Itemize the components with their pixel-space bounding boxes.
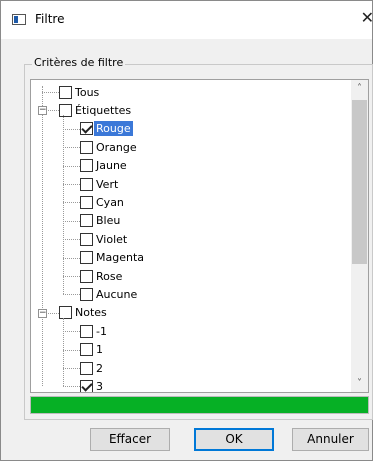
- tree-line: [63, 276, 80, 277]
- tree-item-magenta[interactable]: Magenta: [80, 249, 146, 267]
- checkbox[interactable]: [80, 324, 93, 338]
- tree-line: [63, 128, 80, 130]
- tree-item-label: Bleu: [96, 214, 121, 228]
- scroll-down-icon[interactable]: ˅: [351, 375, 368, 392]
- tree-item-label: Rose: [96, 269, 123, 283]
- checkbox[interactable]: [80, 195, 93, 209]
- checkbox[interactable]: [59, 85, 72, 99]
- tree-line: [63, 165, 80, 167]
- group-label: Critères de filtre: [32, 56, 126, 69]
- tree-item-note-3[interactable]: 3: [80, 377, 105, 393]
- tree-item-label: 3: [96, 379, 103, 393]
- criteria-tree[interactable]: Tous − Étiquettes Rouge Orange Jaune Vert Cyan B…: [30, 79, 369, 393]
- tree-line: [63, 331, 80, 333]
- checkbox[interactable]: [80, 177, 93, 191]
- close-icon[interactable]: ✕: [361, 8, 374, 27]
- checkbox[interactable]: [80, 232, 93, 246]
- checkbox[interactable]: [80, 214, 93, 228]
- checkbox[interactable]: [80, 251, 93, 265]
- tree-line: [63, 184, 80, 185]
- title-bar[interactable]: Filtre ✕: [1, 1, 374, 39]
- tree-item-label: Vert: [96, 177, 119, 191]
- tree-item-label: Orange: [96, 140, 137, 154]
- tree-item-label: 2: [96, 361, 103, 375]
- tree-item-rouge[interactable]: Rouge: [80, 120, 133, 138]
- tree-line: [63, 202, 80, 204]
- checkbox[interactable]: [80, 343, 93, 357]
- progress-bar: [30, 396, 369, 414]
- tree-item-bleu[interactable]: Bleu: [80, 212, 122, 230]
- checkbox[interactable]: [80, 269, 93, 283]
- tree-item-cyan[interactable]: Cyan: [80, 193, 126, 211]
- tree-item-aucune[interactable]: Aucune: [80, 285, 139, 303]
- window-title: Filtre: [35, 12, 65, 26]
- tree-item-label: -1: [96, 324, 107, 338]
- tree-item-label: Violet: [96, 232, 128, 246]
- tree-item-tous[interactable]: Tous: [59, 83, 101, 101]
- tree-item-label: Étiquettes: [75, 103, 132, 117]
- clear-button[interactable]: Effacer: [90, 428, 170, 451]
- app-window-icon: [12, 14, 26, 25]
- tree-item-note-1[interactable]: 1: [80, 341, 105, 359]
- vertical-scrollbar[interactable]: ˄ ˅: [351, 80, 368, 392]
- expander-minus-icon[interactable]: −: [38, 308, 47, 318]
- expander-minus-icon[interactable]: −: [38, 106, 47, 116]
- tree-line: [42, 92, 59, 93]
- tree-item-label: Aucune: [96, 287, 138, 301]
- cancel-button[interactable]: Annuler: [292, 428, 369, 451]
- checkbox[interactable]: [80, 140, 93, 154]
- tree-item-jaune[interactable]: Jaune: [80, 157, 129, 175]
- tree-line: [63, 147, 80, 149]
- tree-item-label: 1: [96, 343, 103, 357]
- checkbox[interactable]: [59, 103, 72, 117]
- scroll-up-icon[interactable]: ˄: [351, 80, 368, 97]
- tree-item-label: Tous: [75, 85, 100, 99]
- tree-item-rose[interactable]: Rose: [80, 267, 124, 285]
- tree-line: [63, 368, 80, 369]
- tree-item-label: Magenta: [96, 251, 145, 265]
- tree-line-children: [63, 317, 64, 387]
- tree-item-note-m1[interactable]: -1: [80, 322, 109, 340]
- tree-line: [63, 349, 80, 351]
- tree-line: [63, 239, 80, 241]
- tree-line: [63, 386, 80, 388]
- ok-button[interactable]: OK: [194, 428, 274, 451]
- tree-item-vert[interactable]: Vert: [80, 175, 120, 193]
- checkbox[interactable]: [80, 159, 93, 173]
- progress-fill: [31, 397, 368, 413]
- tree-line-children: [63, 115, 64, 295]
- scroll-thumb[interactable]: [352, 100, 367, 264]
- tree-item-violet[interactable]: Violet: [80, 230, 129, 248]
- checkbox[interactable]: [80, 379, 93, 392]
- tree-line: [63, 257, 80, 259]
- tree-line-root: [42, 86, 43, 386]
- checkbox[interactable]: [80, 122, 93, 136]
- tree-item-label: Rouge: [94, 121, 133, 137]
- tree-item-label: Cyan: [96, 195, 124, 209]
- checkbox[interactable]: [80, 287, 93, 301]
- tree-item-notes[interactable]: Notes: [59, 304, 109, 322]
- tree-item-label: Jaune: [96, 159, 127, 173]
- tree-item-orange[interactable]: Orange: [80, 138, 139, 156]
- tree-item-note-2[interactable]: 2: [80, 359, 105, 377]
- checkbox[interactable]: [80, 361, 93, 375]
- checkbox[interactable]: [59, 306, 72, 320]
- tree-line: [63, 294, 80, 296]
- tree-line: [63, 220, 80, 222]
- tree-item-label: Notes: [75, 306, 107, 320]
- tree-item-etiquettes[interactable]: Étiquettes: [59, 101, 133, 119]
